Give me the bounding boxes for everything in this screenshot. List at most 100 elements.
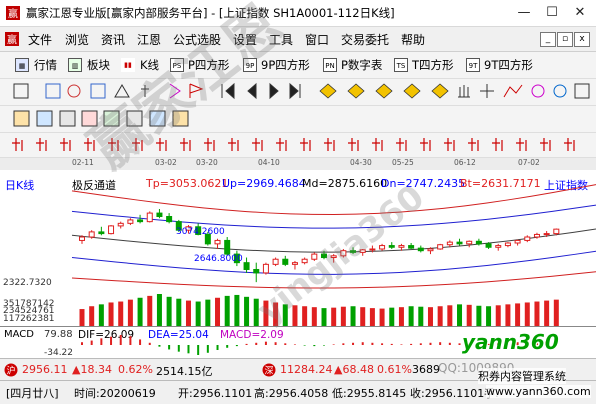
kline-chart-svg [71,184,596,326]
candle-body [553,228,560,235]
volume-bar [302,306,308,326]
volume-bar [331,307,337,326]
candle [79,235,85,244]
menu-browse[interactable]: 浏览 [65,31,89,48]
volume-bar [205,299,211,326]
candle-body [330,255,337,259]
volume-bar [544,300,550,326]
minimize-button[interactable]: — [510,0,538,26]
candle [495,243,502,251]
menu-settings[interactable]: 设置 [233,31,257,48]
toolbar-t-square-button[interactable]: T四方形 [412,57,454,73]
candle-body [282,258,289,265]
svg-text:赢: 赢 [8,7,18,20]
quote-time: 时间:20200619 [74,387,156,400]
toolbar-p-number-table-button[interactable]: P数字表 [341,57,382,73]
period-tool-icons [12,138,575,151]
macd-histogram [81,335,558,355]
volume-bar [515,303,521,326]
volume-bar [79,309,85,326]
candle-body [214,239,221,245]
menu-trade[interactable]: 交易委托 [341,31,389,48]
menu-news[interactable]: 资讯 [101,31,125,48]
channel-bands [71,184,596,289]
toolbar-kline-button[interactable]: K线 [140,57,159,73]
volume-bar [340,306,346,326]
candle-body [88,231,95,238]
menu-tools[interactable]: 工具 [269,31,293,48]
maximize-button[interactable]: ☐ [538,0,566,26]
candle [224,237,231,256]
date-tick: 06-12 [454,158,476,167]
volume-bar [89,306,95,326]
candle-body [369,248,376,251]
svg-text:深: 深 [264,366,273,377]
volume-bar [398,307,404,326]
candle-body [359,249,366,253]
candle [311,252,318,261]
p-square-icon: PS [170,58,184,72]
app-menu-icon[interactable]: 赢 [4,31,20,47]
sz-index-change: ▲68.48 [334,363,374,376]
mdi-close-button[interactable]: x [574,32,590,47]
candle [524,235,531,243]
mdi-restore-button[interactable]: ▫ [557,32,573,47]
volume-bar [427,307,433,326]
volume-bar [389,307,395,326]
date-tick: 03-20 [196,158,218,167]
toolbar-quote-button[interactable]: 行情 [34,57,57,73]
index-status-bar: 沪 2956.11 ▲18.34 0.62% 2514.15亿 深 11284.… [0,358,596,381]
kline-icon: ▮▮ [121,58,135,72]
candle [301,257,308,265]
volume-bar [234,294,240,326]
mdi-minimize-button[interactable]: _ [540,32,556,47]
volume-bar [369,308,375,326]
candle-body [514,239,521,244]
candle-body [408,245,415,249]
period-toolbar [0,133,596,158]
kline-chart-panel[interactable]: 日K线 极反通道 Tp=3053.0621 Up=2969.4684 Md=28… [0,170,596,326]
volume-bar [176,298,182,326]
menu-window[interactable]: 窗口 [305,31,329,48]
candle-body [311,253,318,260]
toolbar-sector-button[interactable]: 板块 [87,57,110,73]
candle-body [475,240,482,245]
menu-help[interactable]: 帮助 [401,31,425,48]
volume-bar [311,307,317,326]
menu-file[interactable]: 文件 [28,31,52,48]
candle-body [137,219,144,223]
toolbar-9p-square-button[interactable]: 9P四方形 [261,57,310,73]
volume-axis-label: 117262381 [3,314,55,324]
volume-bar [457,304,463,326]
volume-bar [379,308,385,326]
candle-body [321,253,327,259]
date-tick: 02-11 [72,158,94,167]
volume-bar [495,305,501,326]
candle-body [485,243,492,248]
toolbar-p-square-button[interactable]: P四方形 [188,57,229,73]
candle [291,260,298,270]
volume-bar [534,301,540,326]
close-button[interactable]: ✕ [566,0,594,26]
quote-hand: 手: [484,387,499,400]
quote-status-bar: [四月廿八] 时间:20200619 开:2956.1101 高:2956.40… [0,380,596,404]
volume-bar [127,299,133,326]
candle [359,248,366,256]
volume-bar [418,306,424,326]
volume-bar [505,304,511,326]
candle [330,254,337,263]
sh-index-pct: 0.62% [118,363,153,376]
date-tick: 03-02 [155,158,177,167]
low-annotation: 2646.8000 [194,254,243,264]
candle-body [301,258,308,264]
toolbar-9t-square-button[interactable]: 9T四方形 [484,57,533,73]
nine-p-square-icon: 9P [243,58,257,72]
y-axis-label: 2322.7320 [3,278,52,288]
candle-body [243,262,250,270]
quote-high: 高:2956.4058 [254,387,329,400]
menu-formula-select[interactable]: 公式选股 [173,31,221,48]
candle [388,242,395,249]
menu-gann[interactable]: 江恩 [137,31,161,48]
macd-panel[interactable]: MACD 79.88 DIF=26.09 DEA=25.04 MACD=2.09… [0,326,596,359]
svg-text:沪: 沪 [6,365,15,377]
